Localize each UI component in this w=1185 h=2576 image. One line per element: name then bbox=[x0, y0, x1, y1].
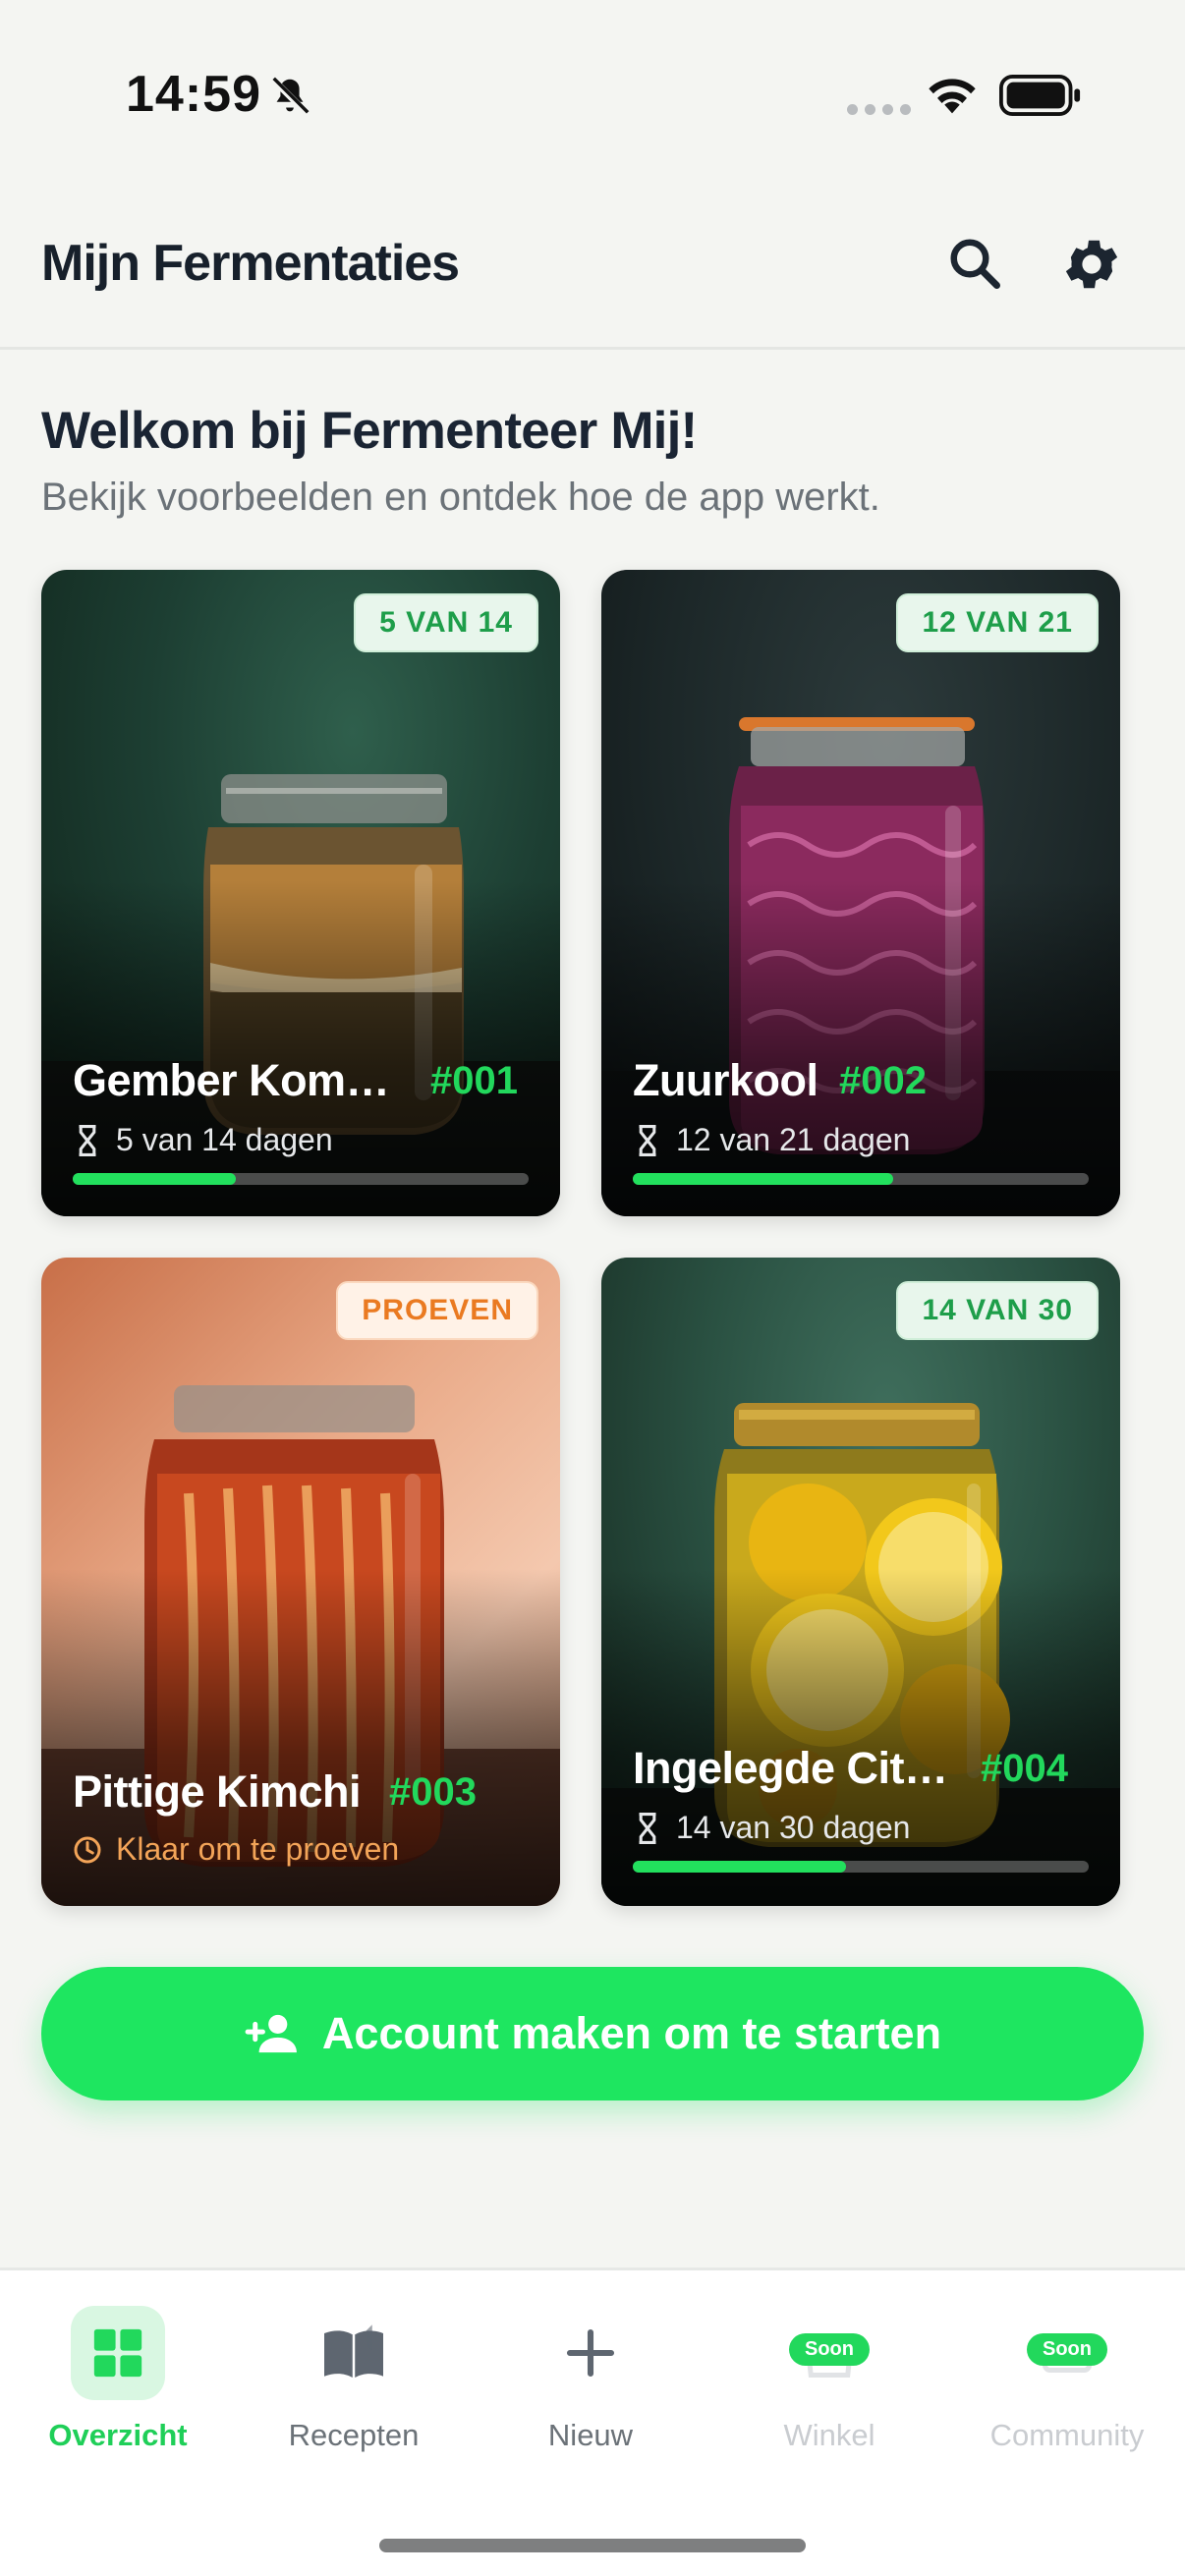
fermentation-card-001[interactable]: 5 VAN 14 Gember Kom… #001 5 van 14 dagen bbox=[41, 570, 560, 1216]
progress-badge: 12 VAN 21 bbox=[896, 593, 1099, 652]
hourglass-icon bbox=[639, 1812, 656, 1844]
tab-community: Soon Community bbox=[949, 2306, 1185, 2453]
book-icon bbox=[324, 2324, 383, 2378]
tab-label: Winkel bbox=[783, 2418, 875, 2452]
card-duration-text: 12 van 21 dagen bbox=[676, 1122, 911, 1157]
progress-badge: 14 VAN 30 bbox=[896, 1281, 1099, 1340]
card-number: #001 bbox=[430, 1059, 518, 1102]
add-person-icon bbox=[245, 2014, 297, 2053]
taste-badge: PROEVEN bbox=[336, 1281, 538, 1340]
card-title: Zuurkool bbox=[633, 1055, 818, 1105]
card-status-text: Klaar om te proeven bbox=[116, 1831, 400, 1867]
page-title: Mijn Fermentaties bbox=[41, 235, 460, 292]
card-title: Pittige Kimchi bbox=[73, 1766, 362, 1817]
fermentation-card-003[interactable]: PROEVEN Pittige Kimchi #003 Klaar om te … bbox=[41, 1258, 560, 1906]
app-header: Mijn Fermentaties bbox=[0, 187, 1185, 350]
welcome-title: Welkom bij Fermenteer Mij! bbox=[41, 402, 698, 460]
tab-label: Nieuw bbox=[547, 2418, 634, 2452]
bell-off-icon bbox=[270, 77, 310, 116]
card-duration-text: 5 van 14 dagen bbox=[116, 1122, 333, 1157]
tab-recepten[interactable]: Recepten bbox=[236, 2306, 472, 2453]
progress-bar bbox=[73, 1173, 529, 1185]
hourglass-icon bbox=[79, 1124, 96, 1156]
card-title: Gember Kom… bbox=[73, 1055, 390, 1105]
card-duration: 5 van 14 dagen bbox=[73, 1122, 333, 1158]
plus-icon bbox=[566, 2328, 615, 2378]
progress-bar bbox=[633, 1861, 1089, 1873]
bottom-tab-bar: Overzicht Recepten Nieuw Soon Winkel Soo… bbox=[0, 2268, 1185, 2576]
status-time: 14:59 bbox=[126, 66, 261, 123]
fermentation-card-004[interactable]: 14 VAN 30 Ingelegde Cit… #004 14 van 30 … bbox=[601, 1258, 1120, 1906]
soon-badge: Soon bbox=[1027, 2333, 1107, 2366]
card-title: Ingelegde Cit… bbox=[633, 1743, 948, 1793]
card-number: #003 bbox=[389, 1770, 477, 1814]
wifi-icon bbox=[929, 79, 976, 114]
soon-badge: Soon bbox=[789, 2333, 870, 2366]
card-duration-text: 14 van 30 dagen bbox=[676, 1810, 911, 1845]
card-number: #004 bbox=[981, 1747, 1068, 1790]
cellular-signal-icon bbox=[847, 104, 911, 115]
gear-icon[interactable] bbox=[1059, 232, 1124, 297]
tab-winkel: Soon Winkel bbox=[711, 2306, 947, 2453]
tab-label: Community bbox=[989, 2418, 1145, 2452]
progress-fill bbox=[633, 1173, 893, 1185]
card-number: #002 bbox=[839, 1059, 927, 1102]
progress-badge: 5 VAN 14 bbox=[354, 593, 538, 652]
card-duration: 14 van 30 dagen bbox=[633, 1810, 910, 1846]
progress-bar bbox=[633, 1173, 1089, 1185]
progress-fill bbox=[633, 1861, 846, 1873]
grid-icon bbox=[93, 2328, 142, 2378]
fermentation-card-002[interactable]: 12 VAN 21 Zuurkool #002 12 van 21 dagen bbox=[601, 570, 1120, 1216]
card-duration: 12 van 21 dagen bbox=[633, 1122, 910, 1158]
create-account-button[interactable]: Account maken om te starten bbox=[41, 1967, 1144, 2100]
card-status: Klaar om te proeven bbox=[73, 1831, 399, 1868]
progress-fill bbox=[73, 1173, 236, 1185]
clock-icon bbox=[74, 1836, 101, 1863]
welcome-subtitle: Bekijk voorbeelden en ontdek hoe de app … bbox=[41, 476, 880, 519]
tab-label: Recepten bbox=[288, 2418, 420, 2452]
tab-label: Overzicht bbox=[48, 2418, 188, 2452]
home-indicator bbox=[379, 2539, 806, 2552]
status-bar: 14:59 bbox=[0, 0, 1185, 187]
tab-overzicht[interactable]: Overzicht bbox=[0, 2306, 236, 2453]
tab-nieuw[interactable]: Nieuw bbox=[473, 2306, 708, 2453]
create-account-label: Account maken om te starten bbox=[321, 2008, 942, 2058]
battery-icon bbox=[999, 75, 1081, 116]
hourglass-icon bbox=[639, 1124, 656, 1156]
search-icon[interactable] bbox=[945, 234, 1004, 293]
